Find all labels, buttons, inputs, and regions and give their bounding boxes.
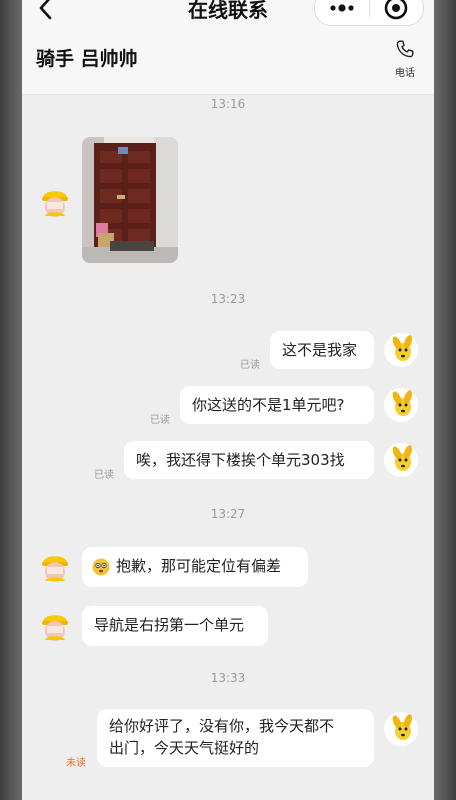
message-bubble[interactable]: 导航是右拐第一个单元 <box>82 606 268 646</box>
more-icon[interactable] <box>315 0 369 25</box>
phone-icon <box>396 40 414 58</box>
mini-program-capsule <box>314 0 424 26</box>
read-status: 已读 <box>94 470 114 481</box>
user-avatar-icon[interactable] <box>384 333 418 367</box>
rider-avatar-icon[interactable] <box>38 184 72 218</box>
call-label: 电话 <box>395 68 415 79</box>
timestamp: 13:27 <box>210 507 246 521</box>
user-avatar-icon[interactable] <box>384 443 418 477</box>
timestamp: 13:16 <box>210 97 246 111</box>
message-bubble[interactable]: 唉，我还得下楼挨个单元303找 <box>124 441 374 479</box>
shared-photo[interactable] <box>82 137 178 263</box>
call-button[interactable]: 电话 <box>390 38 420 82</box>
rider-avatar-icon[interactable] <box>38 549 72 583</box>
message-bubble[interactable]: 抱歉，那可能定位有偏差 <box>82 547 308 587</box>
sorry-emoji-icon <box>92 558 110 576</box>
message-bubble[interactable]: 给你好评了，没有你，我今天都不 出门，今天天气挺好的 <box>97 709 374 767</box>
nav-bar: 在线联系 <box>22 0 434 26</box>
message-bubble[interactable]: 你这送的不是1单元吧? <box>180 386 374 424</box>
rider-avatar-icon[interactable] <box>38 608 72 642</box>
chat-screen: 在线联系 骑手 吕帅帅 电话 13:16 13:23 已读 这不是我家 已读 你… <box>22 0 434 800</box>
message-bubble[interactable]: 这不是我家 <box>270 331 374 369</box>
message-line: 给你好评了，没有你，我今天都不 <box>109 717 335 735</box>
target-icon[interactable] <box>370 0 423 25</box>
unread-status: 未读 <box>66 758 86 769</box>
timestamp: 13:23 <box>210 292 246 306</box>
user-avatar-icon[interactable] <box>384 712 418 746</box>
user-avatar-icon[interactable] <box>384 388 418 422</box>
read-status: 已读 <box>240 360 260 371</box>
message-text: 抱歉，那可能定位有偏差 <box>116 557 282 575</box>
chat-header: 骑手 吕帅帅 电话 <box>22 26 434 95</box>
right-frame <box>434 0 456 800</box>
timestamp: 13:33 <box>210 671 246 685</box>
message-line: 出门，今天天气挺好的 <box>109 739 260 757</box>
rider-name: 骑手 吕帅帅 <box>36 48 138 70</box>
read-status: 已读 <box>150 415 170 426</box>
left-frame <box>0 0 22 800</box>
